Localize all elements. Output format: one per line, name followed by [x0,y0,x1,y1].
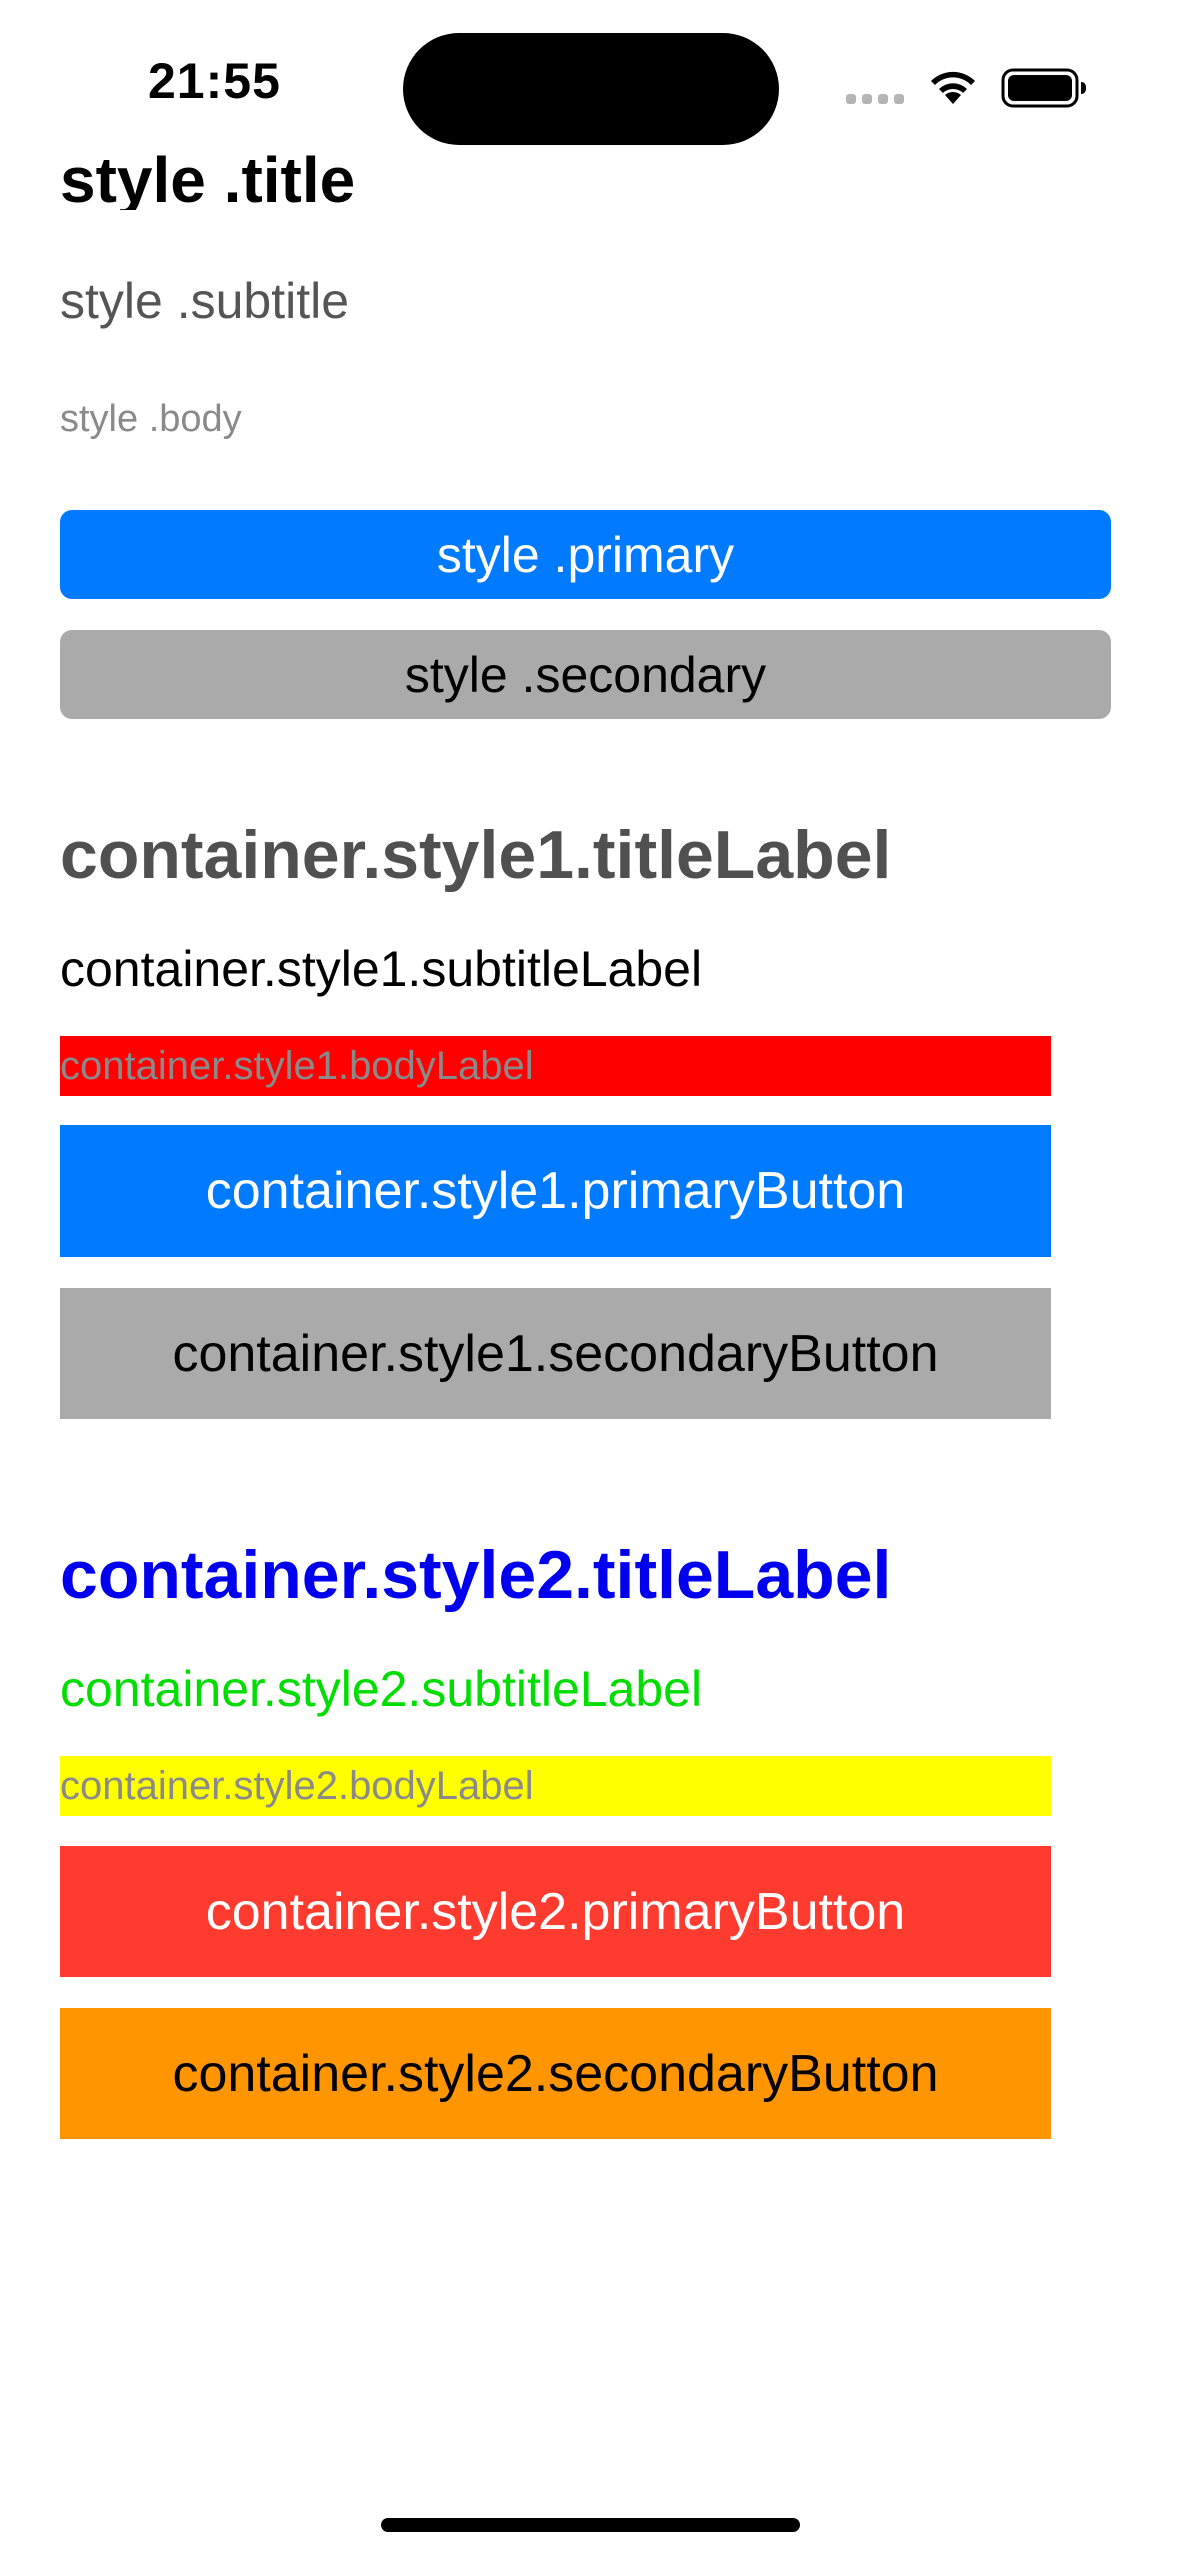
style-title-label: style .title [60,144,356,210]
style-subtitle-label: style .subtitle [60,273,350,329]
style2-title-label: container.style2.titleLabel [60,1537,892,1613]
dynamic-island [403,33,779,145]
cellular-signal-icon [846,94,904,104]
style1-primary-button[interactable]: container.style1.primaryButton [60,1125,1051,1257]
status-time: 21:55 [148,53,281,109]
home-indicator[interactable] [381,2518,800,2532]
style1-title-label: container.style1.titleLabel [60,817,892,893]
style2-body-label: container.style2.bodyLabel [60,1756,1051,1816]
style2-subtitle-label: container.style2.subtitleLabel [60,1661,703,1717]
style1-secondary-button[interactable]: container.style1.secondaryButton [60,1288,1051,1419]
wifi-icon [931,71,975,104]
style-body-label: style .body [60,398,242,440]
style2-secondary-button[interactable]: container.style2.secondaryButton [60,2008,1051,2139]
style-primary-button[interactable]: style .primary [60,510,1111,599]
battery-icon [1001,68,1086,108]
style1-body-label: container.style1.bodyLabel [60,1036,1051,1096]
style2-primary-button[interactable]: container.style2.primaryButton [60,1846,1051,1977]
style-secondary-button[interactable]: style .secondary [60,630,1111,719]
style1-subtitle-label: container.style1.subtitleLabel [60,941,703,997]
